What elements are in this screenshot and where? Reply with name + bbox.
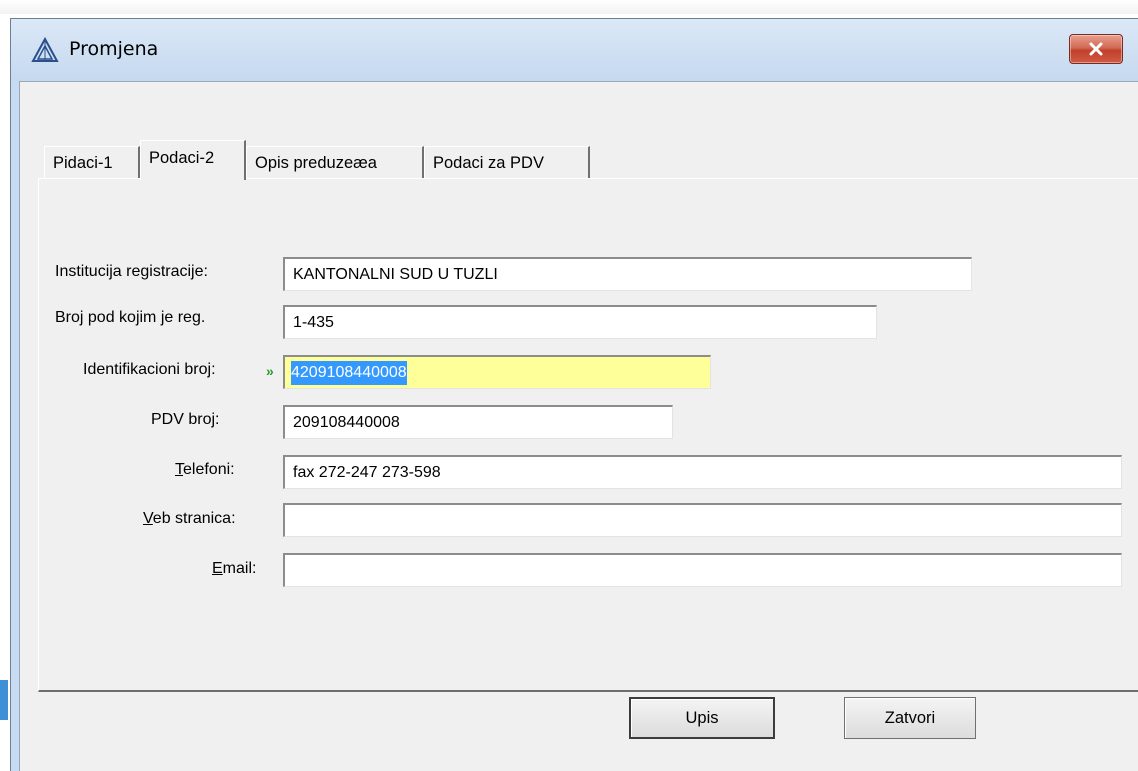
veb-stranica-field[interactable] [283, 503, 1122, 537]
window-title: Promjena [69, 38, 159, 60]
tab-label: Pidaci-1 [53, 154, 113, 172]
id-broj-selected-value: 4209108440008 [291, 361, 407, 385]
focus-marker-icon: » [266, 363, 274, 379]
close-button[interactable] [1069, 34, 1123, 64]
telefoni-value: fax 272-247 273-598 [293, 464, 441, 481]
pdv-broj-field[interactable]: 209108440008 [283, 405, 673, 439]
tab-podaci-za-pdv[interactable]: Podaci za PDV [424, 146, 590, 178]
zatvori-button[interactable]: Zatvori [844, 697, 976, 739]
email-field[interactable] [283, 553, 1122, 587]
pdv-broj-value: 209108440008 [293, 414, 400, 431]
tab-opis-preduzeca[interactable]: Opis preduzeæa [246, 146, 424, 178]
background-accent [0, 680, 8, 720]
broj-reg-value: 1-435 [293, 314, 334, 331]
veb-label: Veb stranica: [143, 510, 236, 528]
veb-label-rest: eb stranica: [152, 510, 236, 527]
dialog-window: Promjena Pidaci-1 Podaci-2 Opis preduzeæ… [10, 18, 1138, 771]
tab-label: Podaci-2 [149, 149, 215, 167]
triangle-logo-icon [31, 37, 59, 62]
tab-label: Podaci za PDV [433, 154, 544, 172]
pdv-broj-label: PDV broj: [151, 411, 220, 428]
telefoni-label: Telefoni: [175, 461, 235, 479]
broj-reg-label: Broj pod kojim je reg. [55, 309, 206, 326]
email-label: Email: [212, 560, 256, 578]
id-broj-field[interactable]: 4209108440008 [283, 355, 711, 389]
close-x-icon [1089, 42, 1103, 56]
institucija-field[interactable]: KANTONALNI SUD U TUZLI [283, 257, 972, 291]
broj-reg-field[interactable]: 1-435 [283, 305, 877, 339]
upis-button[interactable]: Upis [629, 697, 775, 739]
veb-accel: V [143, 510, 153, 527]
background-strip [0, 0, 1138, 14]
title-bar[interactable]: Promjena [11, 19, 1138, 81]
email-accel: E [212, 560, 223, 577]
telefoni-field[interactable]: fax 272-247 273-598 [283, 455, 1122, 489]
telefoni-label-rest: elefoni: [183, 461, 235, 478]
tab-panel-podaci-2: Institucija registracije: KANTONALNI SUD… [38, 178, 1138, 692]
id-broj-label: Identifikacioni broj: [83, 361, 216, 378]
email-label-rest: mail: [222, 560, 257, 577]
tab-label: Opis preduzeæa [255, 154, 377, 172]
telefoni-accel: T [175, 461, 183, 478]
tab-podaci-2[interactable]: Podaci-2 [140, 140, 246, 180]
tab-pidaci-1[interactable]: Pidaci-1 [44, 146, 140, 178]
institucija-value: KANTONALNI SUD U TUZLI [293, 266, 498, 283]
dialog-client-area: Pidaci-1 Podaci-2 Opis preduzeæa Podaci … [19, 81, 1138, 771]
institucija-label: Institucija registracije: [55, 263, 208, 280]
